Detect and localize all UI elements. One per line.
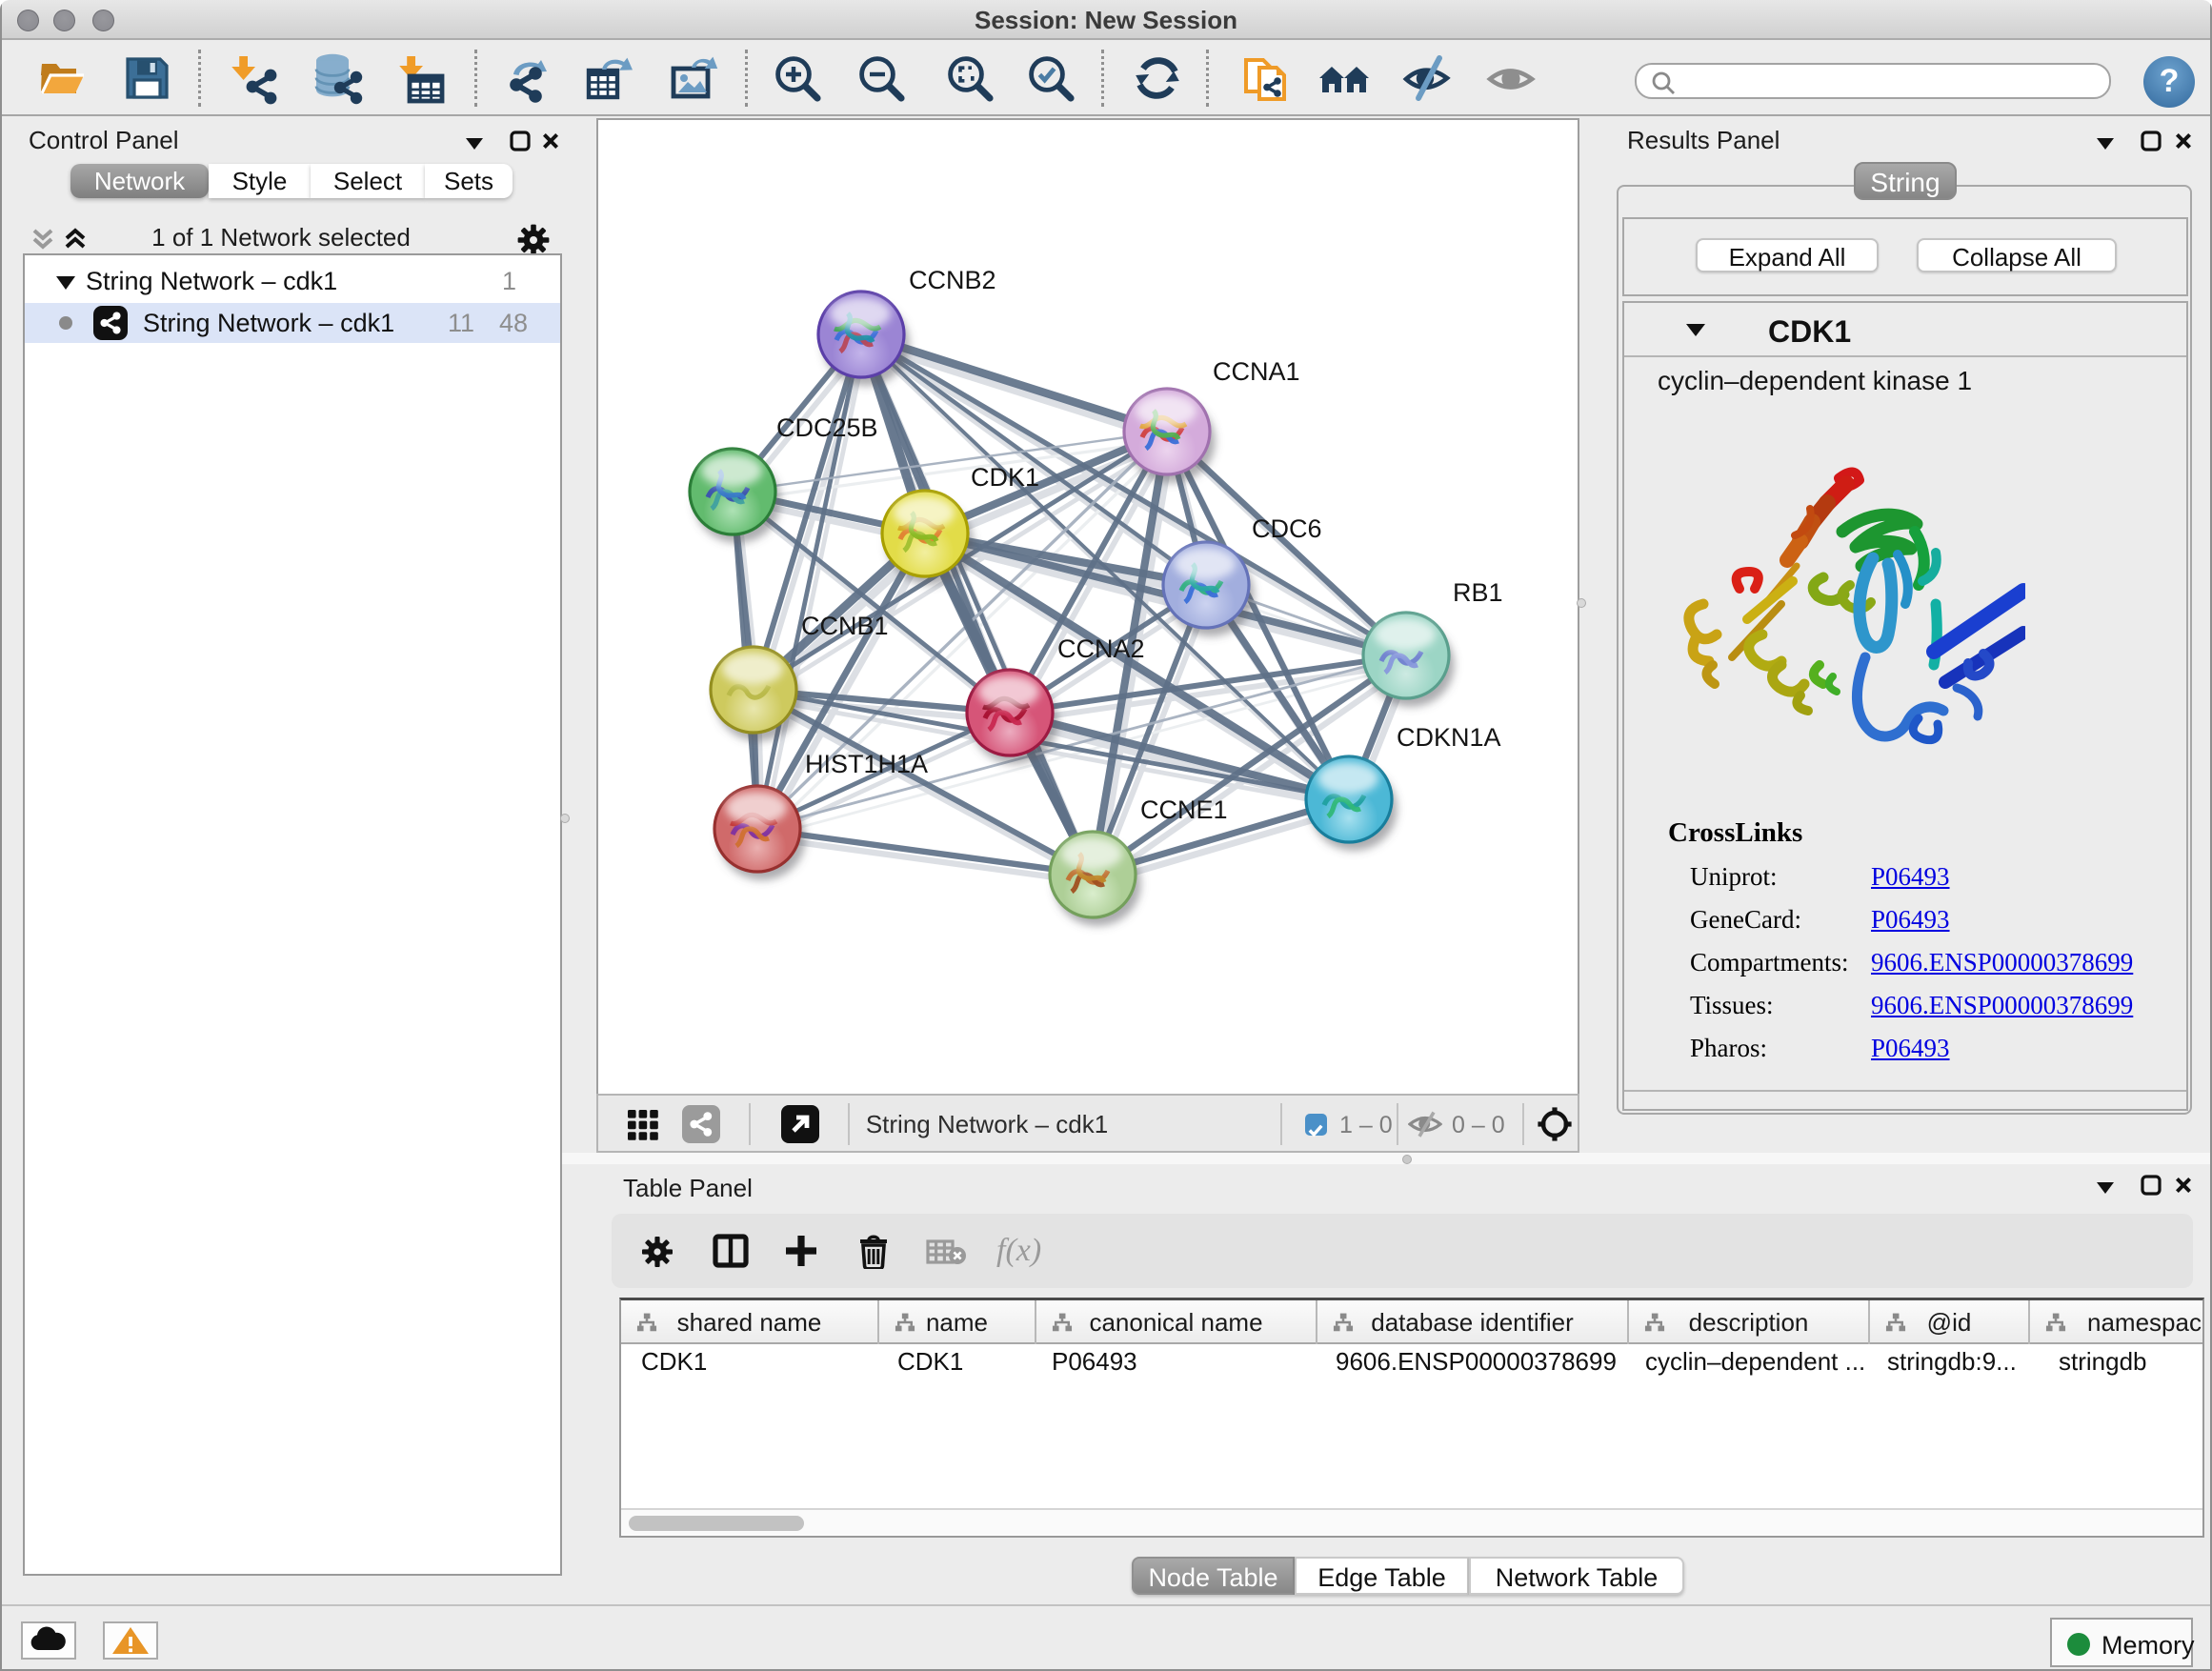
- svg-text:CDKN1A: CDKN1A: [1397, 723, 1501, 752]
- svg-text:CDK1: CDK1: [971, 463, 1039, 492]
- svg-text:CCNA2: CCNA2: [1057, 634, 1145, 663]
- svg-text:HIST1H1A: HIST1H1A: [805, 750, 928, 778]
- svg-text:CCNE1: CCNE1: [1140, 795, 1228, 824]
- svg-text:CDC25B: CDC25B: [776, 413, 878, 442]
- svg-text:CCNA1: CCNA1: [1213, 357, 1300, 386]
- svg-text:CDC6: CDC6: [1252, 514, 1322, 543]
- svg-text:CCNB2: CCNB2: [909, 266, 996, 294]
- svg-text:RB1: RB1: [1453, 578, 1503, 607]
- svg-text:CCNB1: CCNB1: [801, 612, 889, 640]
